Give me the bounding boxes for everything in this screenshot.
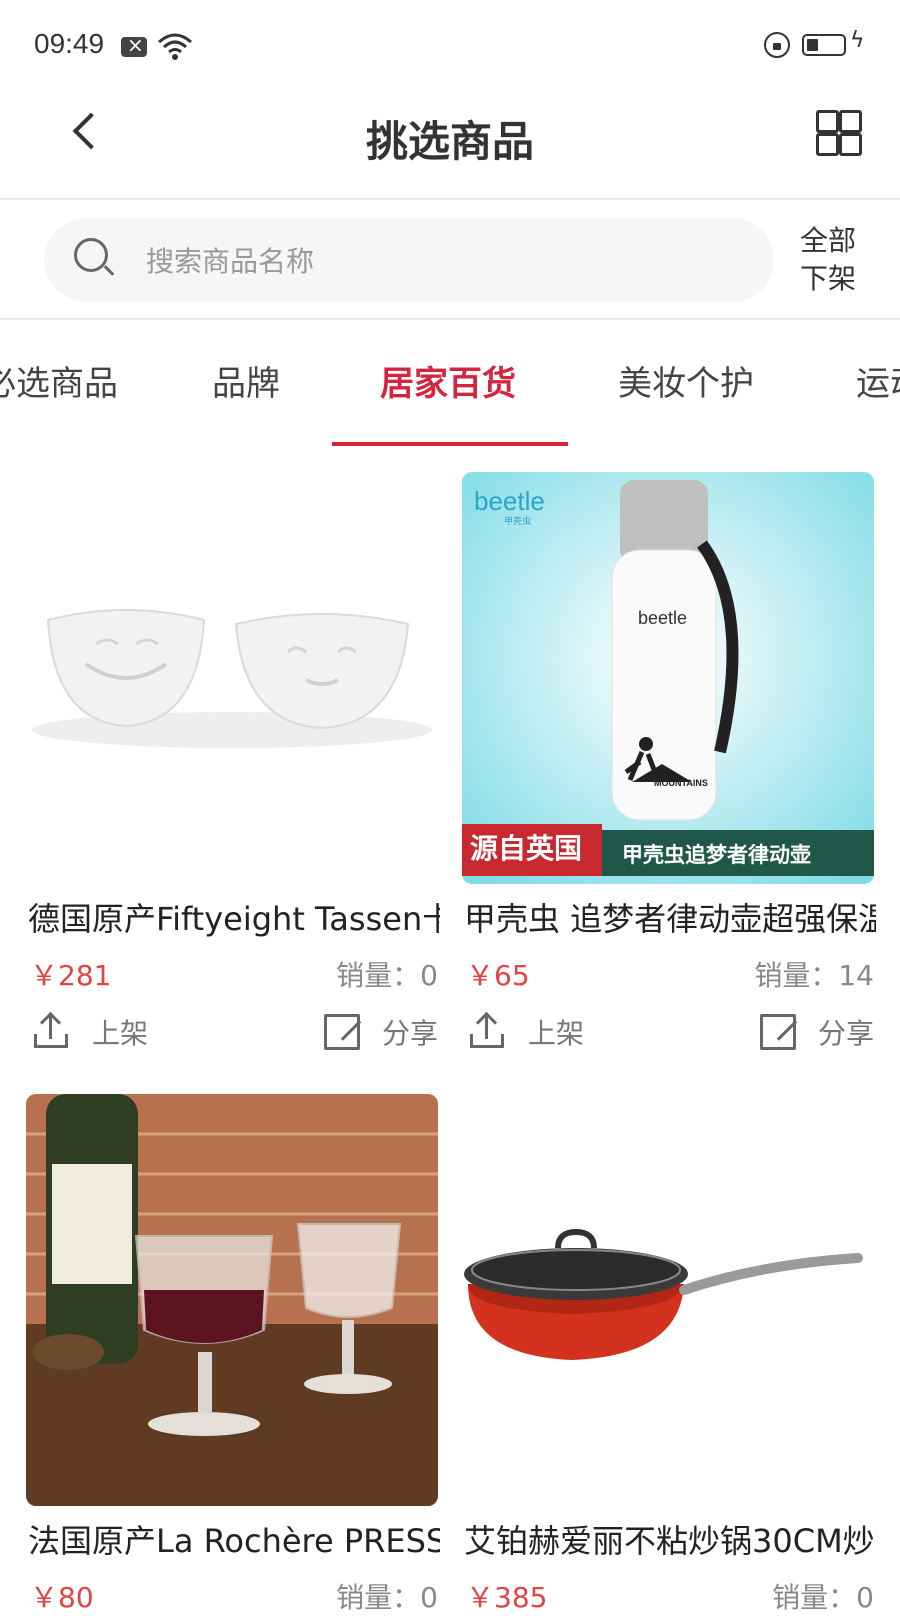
product-image[interactable]: beetle 甲壳虫 beetle MOUNTAINS 源自英国 甲壳虫追梦者律… xyxy=(462,472,874,884)
list-label: 上架 xyxy=(92,1017,149,1050)
search-icon xyxy=(74,238,114,278)
origin-badge-text: 源自英国 xyxy=(470,832,582,865)
product-sales: 销量：0 xyxy=(336,959,438,992)
list-label: 上架 xyxy=(528,1017,585,1050)
product-image[interactable] xyxy=(26,1094,438,1506)
tab-required[interactable]: 必选商品 xyxy=(0,356,118,405)
grid-view-icon[interactable] xyxy=(816,110,862,156)
charging-icon: ϟ xyxy=(850,28,865,53)
product-image[interactable] xyxy=(26,472,438,884)
share-button[interactable]: 分享 xyxy=(323,1012,438,1056)
unlist-all-label-1: 全部 xyxy=(800,224,857,257)
share-icon xyxy=(323,1012,364,1052)
product-sales: 销量：0 xyxy=(772,1581,874,1614)
product-name: 甲壳虫 追梦者律动壶超强保温 xyxy=(464,900,876,938)
tab-home-goods[interactable]: 居家百货 xyxy=(380,356,516,405)
product-name: 艾铂赫爱丽不粘炒锅30CM炒锅 xyxy=(464,1522,876,1560)
category-tabs: 必选商品 品牌 居家百货 美妆个护 运动 xyxy=(0,322,900,440)
page-title: 挑选商品 xyxy=(365,117,534,166)
product-image[interactable] xyxy=(462,1094,874,1506)
product-sales: 销量：14 xyxy=(754,959,874,992)
unlist-all-button[interactable]: 全部 下架 xyxy=(800,222,880,298)
banner-product-text: 甲壳虫追梦者律动壶 xyxy=(622,843,811,867)
tab-beauty[interactable]: 美妆个护 xyxy=(618,356,754,405)
list-button[interactable]: 上架 xyxy=(34,1011,149,1056)
product-price: ￥281 xyxy=(30,959,112,992)
wifi-icon xyxy=(158,33,192,60)
product-name: 法国原产La Rochère PRESSION xyxy=(28,1522,440,1560)
share-label: 分享 xyxy=(381,1017,438,1050)
bottle-mountains-text: MOUNTAINS xyxy=(654,778,708,788)
list-button[interactable]: 上架 xyxy=(470,1011,585,1056)
product-price: ￥65 xyxy=(466,959,530,992)
product-name: 德国原产Fiftyeight Tassen卡通陶瓷碗 xyxy=(28,900,440,938)
brand-logo-cn-text: 甲壳虫 xyxy=(504,515,531,527)
upload-icon xyxy=(34,1011,74,1052)
battery-icon xyxy=(802,34,846,56)
unlist-all-label-2: 下架 xyxy=(800,262,857,295)
app-header: 挑选商品 xyxy=(0,90,900,200)
product-price: ￥80 xyxy=(30,1581,94,1614)
status-time: 09:49 xyxy=(34,28,105,59)
share-label: 分享 xyxy=(817,1017,874,1050)
share-button[interactable]: 分享 xyxy=(759,1012,874,1056)
search-bar: 全部 下架 xyxy=(0,200,900,320)
product-sales: 销量：0 xyxy=(336,1581,438,1614)
tab-sports[interactable]: 运动 xyxy=(856,356,900,405)
status-bar: 09:49 ϟ xyxy=(0,0,900,90)
bottle-brand-text: beetle xyxy=(638,608,687,628)
active-tab-indicator xyxy=(332,442,568,446)
product-price: ￥385 xyxy=(466,1581,548,1614)
no-sim-icon xyxy=(121,33,147,57)
search-input[interactable] xyxy=(144,236,748,286)
upload-icon xyxy=(470,1011,510,1052)
search-box[interactable] xyxy=(44,218,774,302)
brand-logo-text: beetle xyxy=(474,486,545,516)
rotation-lock-icon xyxy=(764,32,790,58)
tab-brand[interactable]: 品牌 xyxy=(212,356,280,405)
share-icon xyxy=(759,1012,800,1052)
